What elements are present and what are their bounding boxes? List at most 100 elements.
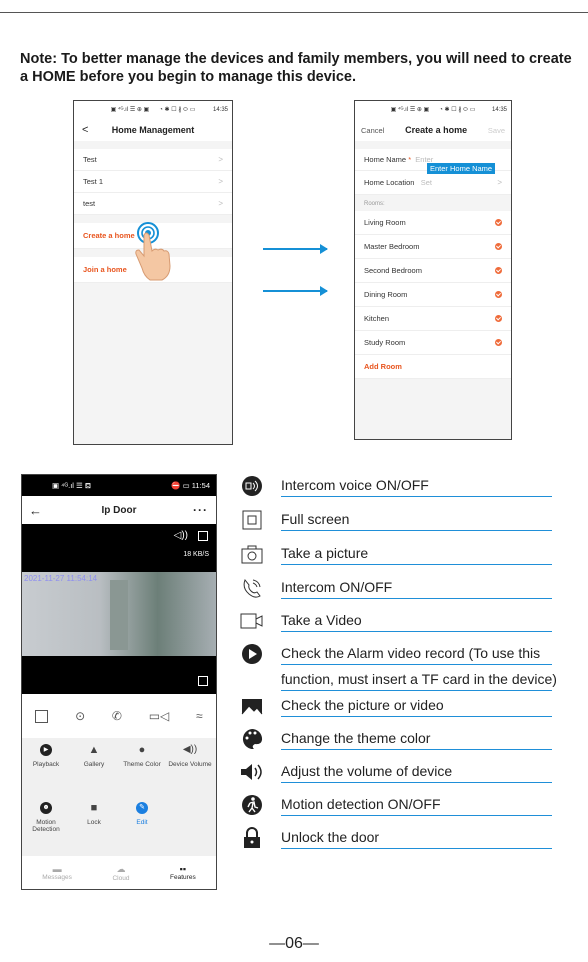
cancel-button[interactable]: Cancel <box>361 126 384 135</box>
legend-row: Check the picture or video <box>240 694 555 718</box>
legend-text: Check the picture or video <box>281 697 444 713</box>
gallery-item[interactable]: ▲ Gallery <box>70 744 118 768</box>
tab-cloud[interactable]: ☁ Cloud <box>112 864 129 882</box>
legend-row: Check the Alarm video record (To use thi… <box>240 642 555 666</box>
legend-underline <box>281 598 552 599</box>
legend-underline <box>281 749 552 750</box>
legend-row: Motion detection ON/OFF <box>240 793 555 817</box>
gallery-icon: ▲ <box>88 744 100 756</box>
room-label: Master Bedroom <box>364 242 420 251</box>
bottom-tab-bar: ▬ Messages ☁ Cloud ▪▪ Features <box>22 856 216 889</box>
cloud-icon: ☁ <box>116 863 126 874</box>
legend-text: Motion detection ON/OFF <box>281 796 441 812</box>
home-location-label: Home Location <box>364 178 415 187</box>
room-item[interactable]: Living Room <box>355 211 511 235</box>
controls-bar: ⊙ ✆ ▭◁ ≈ <box>22 694 216 738</box>
tab-features[interactable]: ▪▪ Features <box>170 864 196 881</box>
home-location-field[interactable]: Home Location Set > <box>355 171 511 195</box>
check-icon[interactable] <box>495 315 502 322</box>
legend-row: Adjust the volume of device <box>240 760 555 784</box>
legend-text: Adjust the volume of device <box>281 763 453 779</box>
room-item[interactable]: Second Bedroom <box>355 259 511 283</box>
home-name-field[interactable]: Home Name * Enter Enter Home Name <box>355 149 511 174</box>
legend-underline <box>281 815 552 816</box>
tab-messages[interactable]: ▬ Messages <box>42 864 72 881</box>
battery-icon: ⛔ ▭ <box>171 481 192 490</box>
resize-icon[interactable] <box>198 676 208 686</box>
more-icon[interactable]: ··· <box>193 503 208 517</box>
edit-item[interactable]: ✎ Edit <box>118 802 166 826</box>
phone-ring-icon <box>240 577 264 599</box>
check-icon[interactable] <box>495 291 502 298</box>
camera-feed: 2021-11-27 11:54:14 <box>22 572 216 656</box>
lock-icon: ■ <box>90 802 98 814</box>
chevron-right-icon: > <box>497 178 502 187</box>
note-text: Note: To better manage the devices and f… <box>20 51 572 85</box>
add-room-label: Add Room <box>364 362 402 371</box>
add-room-button[interactable]: Add Room <box>355 355 511 379</box>
status-bar: ▣ ⁴ᴳ.ıl ☰ ⛾ ⛔ ▭ 11:54 <box>22 475 216 496</box>
room-label: Kitchen <box>364 314 390 323</box>
video-icon <box>240 610 264 632</box>
status-icons: ▣ ⁴ᴳ.ıl ☰ ⊕ ▣ ◔ ✱ ☐ ∦ ⬭ ▭ <box>390 107 476 113</box>
camera-icon[interactable]: ⊙ <box>75 709 85 723</box>
room-item[interactable]: Kitchen <box>355 307 511 331</box>
create-home-screen: ▣ ⁴ᴳ.ıl ☰ ⊕ ▣ ◔ ✱ ☐ ∦ ⬭ ▭ 14:35 Cancel C… <box>354 100 512 440</box>
legend-text: Intercom ON/OFF <box>281 579 393 595</box>
edit-icon: ✎ <box>136 802 148 814</box>
motion-detection-item[interactable]: ☻ Motion Detection <box>22 802 70 833</box>
check-icon[interactable] <box>495 219 502 226</box>
gallery-icon <box>240 695 264 717</box>
check-icon[interactable] <box>495 267 502 274</box>
legend-text: Check the Alarm video record (To use thi… <box>281 645 541 661</box>
lock-icon <box>240 827 264 849</box>
room-item[interactable]: Dining Room <box>355 283 511 307</box>
icon-legend: Intercom voice ON/OFF Full screen Take a… <box>240 474 557 834</box>
device-volume-item[interactable]: ◀)) Device Volume <box>166 744 214 768</box>
home-item[interactable]: test > <box>74 193 232 215</box>
legend-text: Full screen <box>281 511 350 527</box>
room-item[interactable]: Master Bedroom <box>355 235 511 259</box>
theme-color-item[interactable]: ● Theme Color <box>118 744 166 768</box>
play-icon <box>240 643 264 665</box>
home-item-label: Test 1 <box>83 177 104 186</box>
play-icon: ▶ <box>40 744 52 756</box>
tap-hand-icon <box>135 222 171 281</box>
room-label: Study Room <box>364 338 406 347</box>
features-icon: ▪▪ <box>179 864 187 874</box>
home-item[interactable]: Test 1 > <box>74 171 232 193</box>
room-item[interactable]: Study Room <box>355 331 511 355</box>
chevron-down-icon[interactable]: ≈ <box>196 709 203 723</box>
top-rule <box>0 12 588 13</box>
fullscreen-icon[interactable] <box>35 709 49 723</box>
legend-underline <box>281 564 552 565</box>
check-icon[interactable] <box>495 243 502 250</box>
legend-row: Intercom ON/OFF <box>240 576 555 600</box>
save-button[interactable]: Save <box>488 126 505 135</box>
phone-ring-icon[interactable]: ✆ <box>112 709 122 723</box>
fullscreen-icon[interactable] <box>198 531 208 541</box>
grid-label: Motion Detection <box>32 819 60 833</box>
legend-row: Change the theme color <box>240 727 555 751</box>
chevron-right-icon: > <box>218 155 223 164</box>
page-title: Create a home <box>405 125 468 135</box>
video-icon[interactable]: ▭◁ <box>149 709 170 723</box>
home-item[interactable]: Test > <box>74 149 232 171</box>
back-arrow-icon[interactable]: ← <box>29 503 42 518</box>
home-item-label: test <box>83 199 96 208</box>
bitrate: 18 KB/S <box>183 551 209 558</box>
speaker-icon[interactable]: ◁)) <box>174 530 188 541</box>
legend-underline <box>281 664 552 665</box>
speaker-circle-icon <box>240 475 264 497</box>
palette-icon <box>240 728 264 750</box>
header: ← Ip Door ··· <box>22 496 216 524</box>
legend-text: Take a picture <box>281 545 369 561</box>
status-icons: ▣ ⁴ᴳ.ıl ☰ ⊕ ▣ ◔ ✱ ☐ ∦ ⬭ ▭ <box>110 107 196 113</box>
check-icon[interactable] <box>495 339 502 346</box>
back-icon[interactable]: < <box>82 124 88 136</box>
room-label: Dining Room <box>364 290 408 299</box>
playback-item[interactable]: ▶ Playback <box>22 744 70 768</box>
legend-row: Take a picture <box>240 542 555 566</box>
lock-item[interactable]: ■ Lock <box>70 802 118 826</box>
features-grid: ▶ Playback ▲ Gallery ● Theme Color ◀)) Devic… <box>22 738 216 856</box>
